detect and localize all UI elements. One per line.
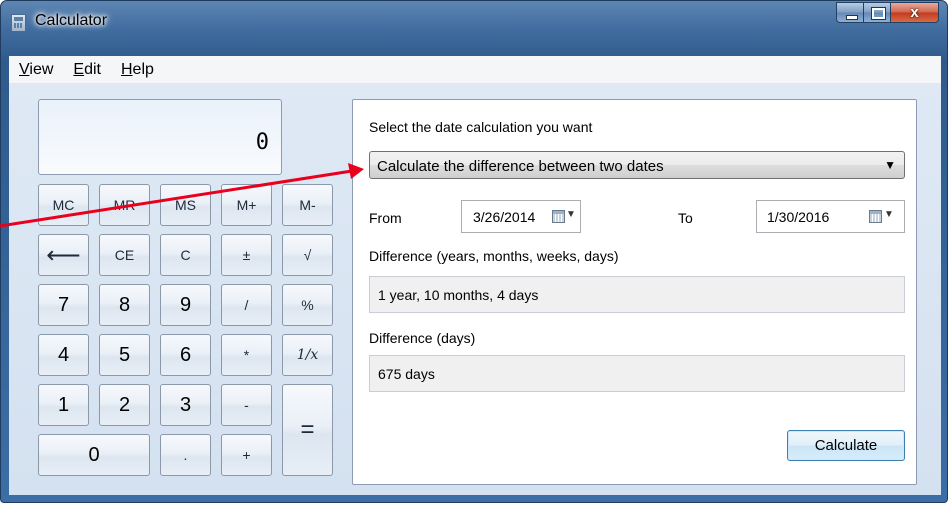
close-icon: x bbox=[910, 4, 919, 21]
clear-entry-button[interactable]: CE bbox=[99, 234, 150, 276]
difference-days-label: Difference (days) bbox=[369, 330, 476, 346]
maximize-button[interactable] bbox=[864, 2, 891, 23]
calendar-icon[interactable] bbox=[552, 210, 565, 223]
digit-7-button[interactable]: 7 bbox=[38, 284, 89, 326]
calculator-display: 0 bbox=[38, 99, 282, 175]
menu-edit[interactable]: Edit bbox=[71, 61, 111, 79]
negate-button[interactable]: ± bbox=[221, 234, 272, 276]
add-button[interactable]: + bbox=[221, 434, 272, 476]
difference-ymwd-label: Difference (years, months, weeks, days) bbox=[369, 248, 619, 264]
divide-button[interactable]: / bbox=[221, 284, 272, 326]
calculator-window: Calculator x View Edit Help 0 MC MR MS M… bbox=[0, 0, 948, 503]
digit-9-button[interactable]: 9 bbox=[160, 284, 211, 326]
memory-clear-button[interactable]: MC bbox=[38, 184, 89, 226]
decimal-button[interactable]: . bbox=[160, 434, 211, 476]
minimize-button[interactable] bbox=[836, 2, 864, 23]
display-value: 0 bbox=[255, 130, 269, 155]
from-date-value: 3/26/2014 bbox=[473, 209, 536, 225]
calendar-dropdown-icon: ▼ bbox=[884, 209, 894, 220]
calendar-dropdown-icon: ▼ bbox=[566, 209, 576, 220]
difference-days-field: 675 days bbox=[369, 355, 905, 392]
to-date-value: 1/30/2016 bbox=[767, 209, 830, 225]
from-label: From bbox=[369, 210, 402, 226]
calendar-icon[interactable] bbox=[869, 210, 882, 223]
from-date-picker[interactable]: 3/26/2014 ▼ bbox=[461, 200, 581, 233]
menu-bar: View Edit Help bbox=[9, 56, 941, 84]
to-label: To bbox=[678, 210, 693, 226]
calculation-type-value: Calculate the difference between two dat… bbox=[377, 158, 664, 175]
digit-5-button[interactable]: 5 bbox=[99, 334, 150, 376]
memory-recall-button[interactable]: MR bbox=[99, 184, 150, 226]
digit-1-button[interactable]: 1 bbox=[38, 384, 89, 426]
close-button[interactable]: x bbox=[891, 2, 939, 23]
clear-button[interactable]: C bbox=[160, 234, 211, 276]
multiply-button[interactable]: * bbox=[221, 334, 272, 376]
backspace-button[interactable]: ⟵ bbox=[38, 234, 89, 276]
digit-3-button[interactable]: 3 bbox=[160, 384, 211, 426]
calculator-app-icon bbox=[11, 14, 26, 32]
difference-ymwd-field: 1 year, 10 months, 4 days bbox=[369, 276, 905, 313]
dropdown-arrow-icon: ▼ bbox=[884, 158, 896, 172]
window-title: Calculator bbox=[35, 12, 108, 29]
calculate-button[interactable]: Calculate bbox=[787, 430, 905, 461]
memory-store-button[interactable]: MS bbox=[160, 184, 211, 226]
menu-view[interactable]: View bbox=[17, 61, 63, 79]
title-bar[interactable]: Calculator x bbox=[1, 1, 947, 41]
subtract-button[interactable]: - bbox=[221, 384, 272, 426]
to-date-picker[interactable]: 1/30/2016 ▼ bbox=[756, 200, 905, 233]
window-controls: x bbox=[836, 2, 939, 24]
percent-button[interactable]: % bbox=[282, 284, 333, 326]
maximize-icon bbox=[871, 7, 886, 20]
digit-6-button[interactable]: 6 bbox=[160, 334, 211, 376]
calculation-type-dropdown[interactable]: Calculate the difference between two dat… bbox=[369, 151, 905, 179]
date-calculation-panel: Select the date calculation you want Cal… bbox=[352, 99, 917, 485]
digit-8-button[interactable]: 8 bbox=[99, 284, 150, 326]
memory-add-button[interactable]: M+ bbox=[221, 184, 272, 226]
minimize-icon bbox=[846, 15, 858, 20]
calculator-body: 0 MC MR MS M+ M- ⟵ CE C ± √ 7 8 9 / % 4 … bbox=[9, 84, 941, 495]
menu-help[interactable]: Help bbox=[119, 61, 164, 79]
digit-2-button[interactable]: 2 bbox=[99, 384, 150, 426]
equals-button[interactable]: = bbox=[282, 384, 333, 476]
reciprocal-button[interactable]: 1/x bbox=[282, 334, 333, 376]
digit-0-button[interactable]: 0 bbox=[38, 434, 150, 476]
calculation-prompt: Select the date calculation you want bbox=[369, 119, 593, 135]
memory-subtract-button[interactable]: M- bbox=[282, 184, 333, 226]
difference-days-value: 675 days bbox=[378, 366, 435, 382]
digit-4-button[interactable]: 4 bbox=[38, 334, 89, 376]
square-root-button[interactable]: √ bbox=[282, 234, 333, 276]
difference-ymwd-value: 1 year, 10 months, 4 days bbox=[378, 287, 539, 303]
